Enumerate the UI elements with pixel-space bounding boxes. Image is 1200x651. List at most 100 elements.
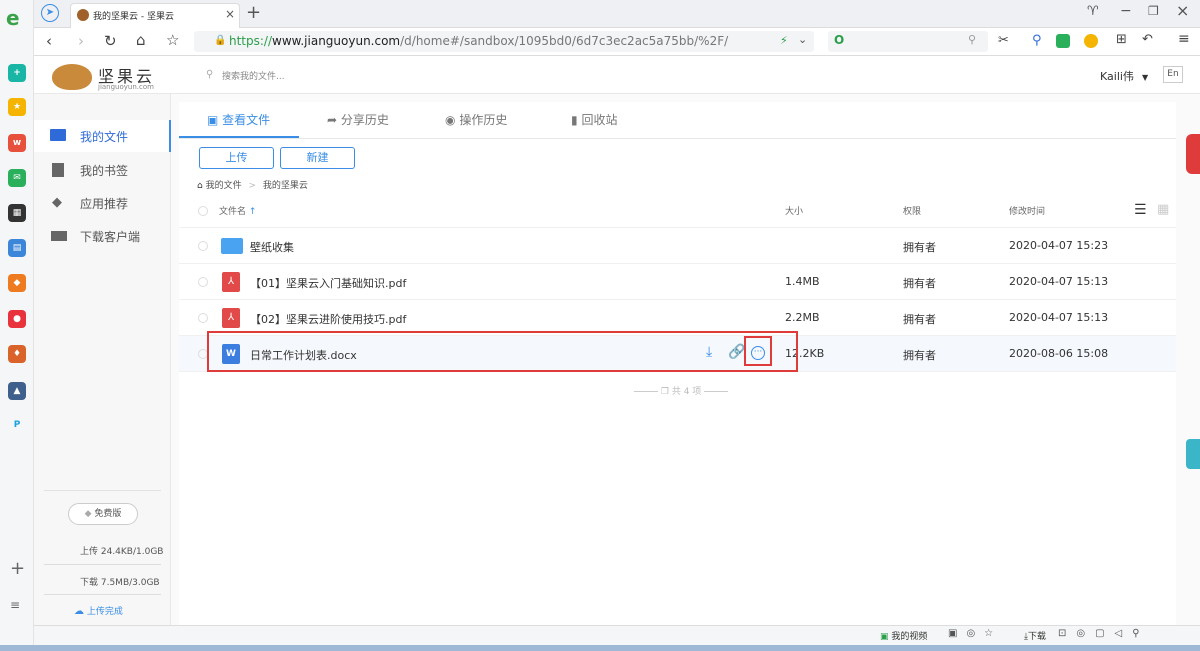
row-radio[interactable] xyxy=(198,277,208,287)
bookmark-star-icon[interactable]: ☆ xyxy=(166,31,179,49)
table-row[interactable]: ⅄ 【01】坚果云入门基础知识.pdf 1.4MB 拥有者 2020-04-07… xyxy=(179,264,1176,300)
navigate-icon[interactable]: ➤ xyxy=(41,4,59,22)
upload-status[interactable]: ☁ 上传完成 xyxy=(74,604,123,617)
sidebar-item-apps[interactable]: ◆ 应用推荐 xyxy=(34,187,171,219)
back-icon[interactable]: ‹ xyxy=(46,32,52,50)
sidebar-item-download[interactable]: 下载客户端 xyxy=(34,220,171,252)
app-icon-9[interactable]: ▲ xyxy=(8,382,26,400)
app-icon-weibo[interactable]: w xyxy=(8,134,26,152)
status-divider xyxy=(44,594,161,595)
browser-logo-icon[interactable]: e xyxy=(6,6,20,30)
url-field[interactable]: 🔒 https://www.jianguoyun.com/d/home#/san… xyxy=(194,31,814,52)
row-radio[interactable] xyxy=(198,241,208,251)
menu-icon[interactable]: ≡ xyxy=(10,598,20,612)
select-all-radio[interactable] xyxy=(198,206,208,216)
header-size[interactable]: 大小 xyxy=(785,204,803,217)
app-icon-8[interactable]: ♦ xyxy=(8,345,26,363)
sidebar-item-bookmarks[interactable]: 我的书签 xyxy=(34,154,171,186)
tab-recycle-bin[interactable]: ▮ 回收站 xyxy=(571,102,617,138)
add-app-icon[interactable]: + xyxy=(10,558,25,579)
search-go-icon[interactable]: ⚲ xyxy=(968,33,976,46)
app-icon-6[interactable]: ◆ xyxy=(8,274,26,292)
table-row[interactable]: 壁纸收集 拥有者 2020-04-07 15:23 xyxy=(179,228,1176,264)
restore-icon[interactable]: ❐ xyxy=(1148,4,1159,18)
app-icon-star[interactable]: ★ xyxy=(8,98,26,116)
upload-quota: 上传 24.4KB/1.0GB xyxy=(80,547,164,557)
header-mtime[interactable]: 修改时间 xyxy=(1009,204,1045,217)
row-radio[interactable] xyxy=(198,313,208,323)
app-icon-mail[interactable]: ✉ xyxy=(8,169,26,187)
header-name[interactable]: 文件名 ↑ xyxy=(219,204,256,217)
file-name[interactable]: 【01】坚果云入门基础知识.pdf xyxy=(250,275,406,291)
side-arrow-icon[interactable] xyxy=(1186,439,1200,469)
app-icon-7[interactable]: ● xyxy=(8,310,26,328)
search-files-input[interactable]: 搜索我的文件... xyxy=(222,69,522,82)
upload-button[interactable]: 上传 xyxy=(199,147,274,169)
header-perm[interactable]: 权限 xyxy=(903,204,921,217)
browser-menu-icon[interactable]: ≡ xyxy=(1178,31,1190,47)
tab-share-history[interactable]: ➦ 分享历史 xyxy=(327,102,389,138)
user-name: Kaili伟 xyxy=(1100,70,1134,83)
scissors-icon[interactable]: ✂ xyxy=(998,33,1009,48)
breadcrumb-current[interactable]: 我的坚果云 xyxy=(263,181,308,191)
grid-view-icon[interactable]: ▦ xyxy=(1157,202,1169,217)
ext-shield-icon[interactable] xyxy=(1084,34,1098,48)
search-icon[interactable]: ⚲ xyxy=(1032,33,1042,48)
taskbar xyxy=(0,645,1200,651)
minimize-icon[interactable]: − xyxy=(1120,3,1132,19)
file-name[interactable]: 【02】坚果云进阶使用技巧.pdf xyxy=(250,311,406,327)
file-size: 1.4MB xyxy=(785,275,820,288)
pdf-icon: ⅄ xyxy=(222,272,240,292)
plan-badge[interactable]: ◆ 免费版 xyxy=(68,503,138,525)
my-video[interactable]: ▣ 我的视频 xyxy=(880,629,927,642)
right-edge xyxy=(1186,94,1200,625)
download-manager[interactable]: ⤓下载 xyxy=(1024,629,1046,642)
app-icon-1[interactable]: + xyxy=(8,64,26,82)
file-perm: 拥有者 xyxy=(903,277,936,290)
breadcrumb: ⌂ 我的文件 > 我的坚果云 xyxy=(197,178,308,191)
app-icon-10[interactable]: P xyxy=(8,416,26,434)
grid-icon[interactable]: ⊞ xyxy=(1116,32,1127,47)
app-icon-4[interactable]: ▦ xyxy=(8,204,26,222)
trash-icon: ▮ xyxy=(571,113,578,127)
new-tab-icon[interactable]: + xyxy=(246,2,261,23)
close-window-icon[interactable]: × xyxy=(1176,1,1189,20)
browser-tab[interactable]: 我的坚果云 - 坚果云 × xyxy=(70,3,240,28)
folder-icon xyxy=(221,238,243,254)
dropdown-icon[interactable]: ⌄ xyxy=(798,33,807,46)
breadcrumb-root[interactable]: 我的文件 xyxy=(206,181,242,191)
skin-icon[interactable]: ♈ xyxy=(1087,4,1099,19)
tab-title: 我的坚果云 - 坚果云 xyxy=(93,12,174,22)
undo-icon[interactable]: ↶ xyxy=(1142,32,1153,47)
sidebar: 我的文件 我的书签 ◆ 应用推荐 下载客户端 ◆ 免费版 上传 24.4KB/1… xyxy=(34,94,171,625)
new-button[interactable]: 新建 xyxy=(280,147,355,169)
list-view-icon[interactable]: ☰ xyxy=(1134,202,1147,218)
sidebar-item-label: 我的书签 xyxy=(80,164,129,178)
tab-view-files[interactable]: ▣ 查看文件 xyxy=(179,102,299,138)
sidebar-item-files[interactable]: 我的文件 xyxy=(34,120,171,152)
status-icons[interactable]: ▣◎☆ xyxy=(948,628,1002,639)
refresh-icon[interactable]: ↻ xyxy=(104,32,117,50)
app-icon-5[interactable]: ▤ xyxy=(8,239,26,257)
tab-operation-history[interactable]: ◉ 操作历史 xyxy=(445,102,507,138)
close-tab-icon[interactable]: × xyxy=(225,7,235,21)
lightning-icon[interactable]: ⚡ xyxy=(780,34,788,47)
ext-green-icon[interactable] xyxy=(1056,34,1070,48)
sidebar-item-label: 我的文件 xyxy=(80,130,129,144)
highlight-row-box xyxy=(207,331,798,372)
browser-status-bar: ▣ 我的视频 ▣◎☆ ⤓下载 ⊡◎▢◁⚲ xyxy=(34,625,1200,645)
nut-logo-icon[interactable] xyxy=(52,64,92,90)
list-footer: ❐ 共 4 项 xyxy=(634,384,729,397)
search-engine-box[interactable]: O ⚲ xyxy=(828,31,988,52)
tab-label: 分享历史 xyxy=(340,113,389,127)
language-button[interactable]: En xyxy=(1163,66,1183,83)
status-icons-right[interactable]: ⊡◎▢◁⚲ xyxy=(1058,628,1150,639)
home-icon[interactable]: ⌂ xyxy=(136,31,146,49)
forward-icon[interactable]: › xyxy=(78,32,84,50)
file-name[interactable]: 壁纸收集 xyxy=(250,239,294,255)
tag-icon: ◆ xyxy=(52,195,62,210)
folder-icon xyxy=(50,129,66,141)
file-panel: ▣ 查看文件 ➦ 分享历史 ◉ 操作历史 ▮ 回收站 上传 新建 ⌂ 我的文件 … xyxy=(179,102,1176,625)
user-menu[interactable]: Kaili伟 ▼ xyxy=(1100,68,1148,84)
promo-widget-icon[interactable] xyxy=(1186,134,1200,174)
